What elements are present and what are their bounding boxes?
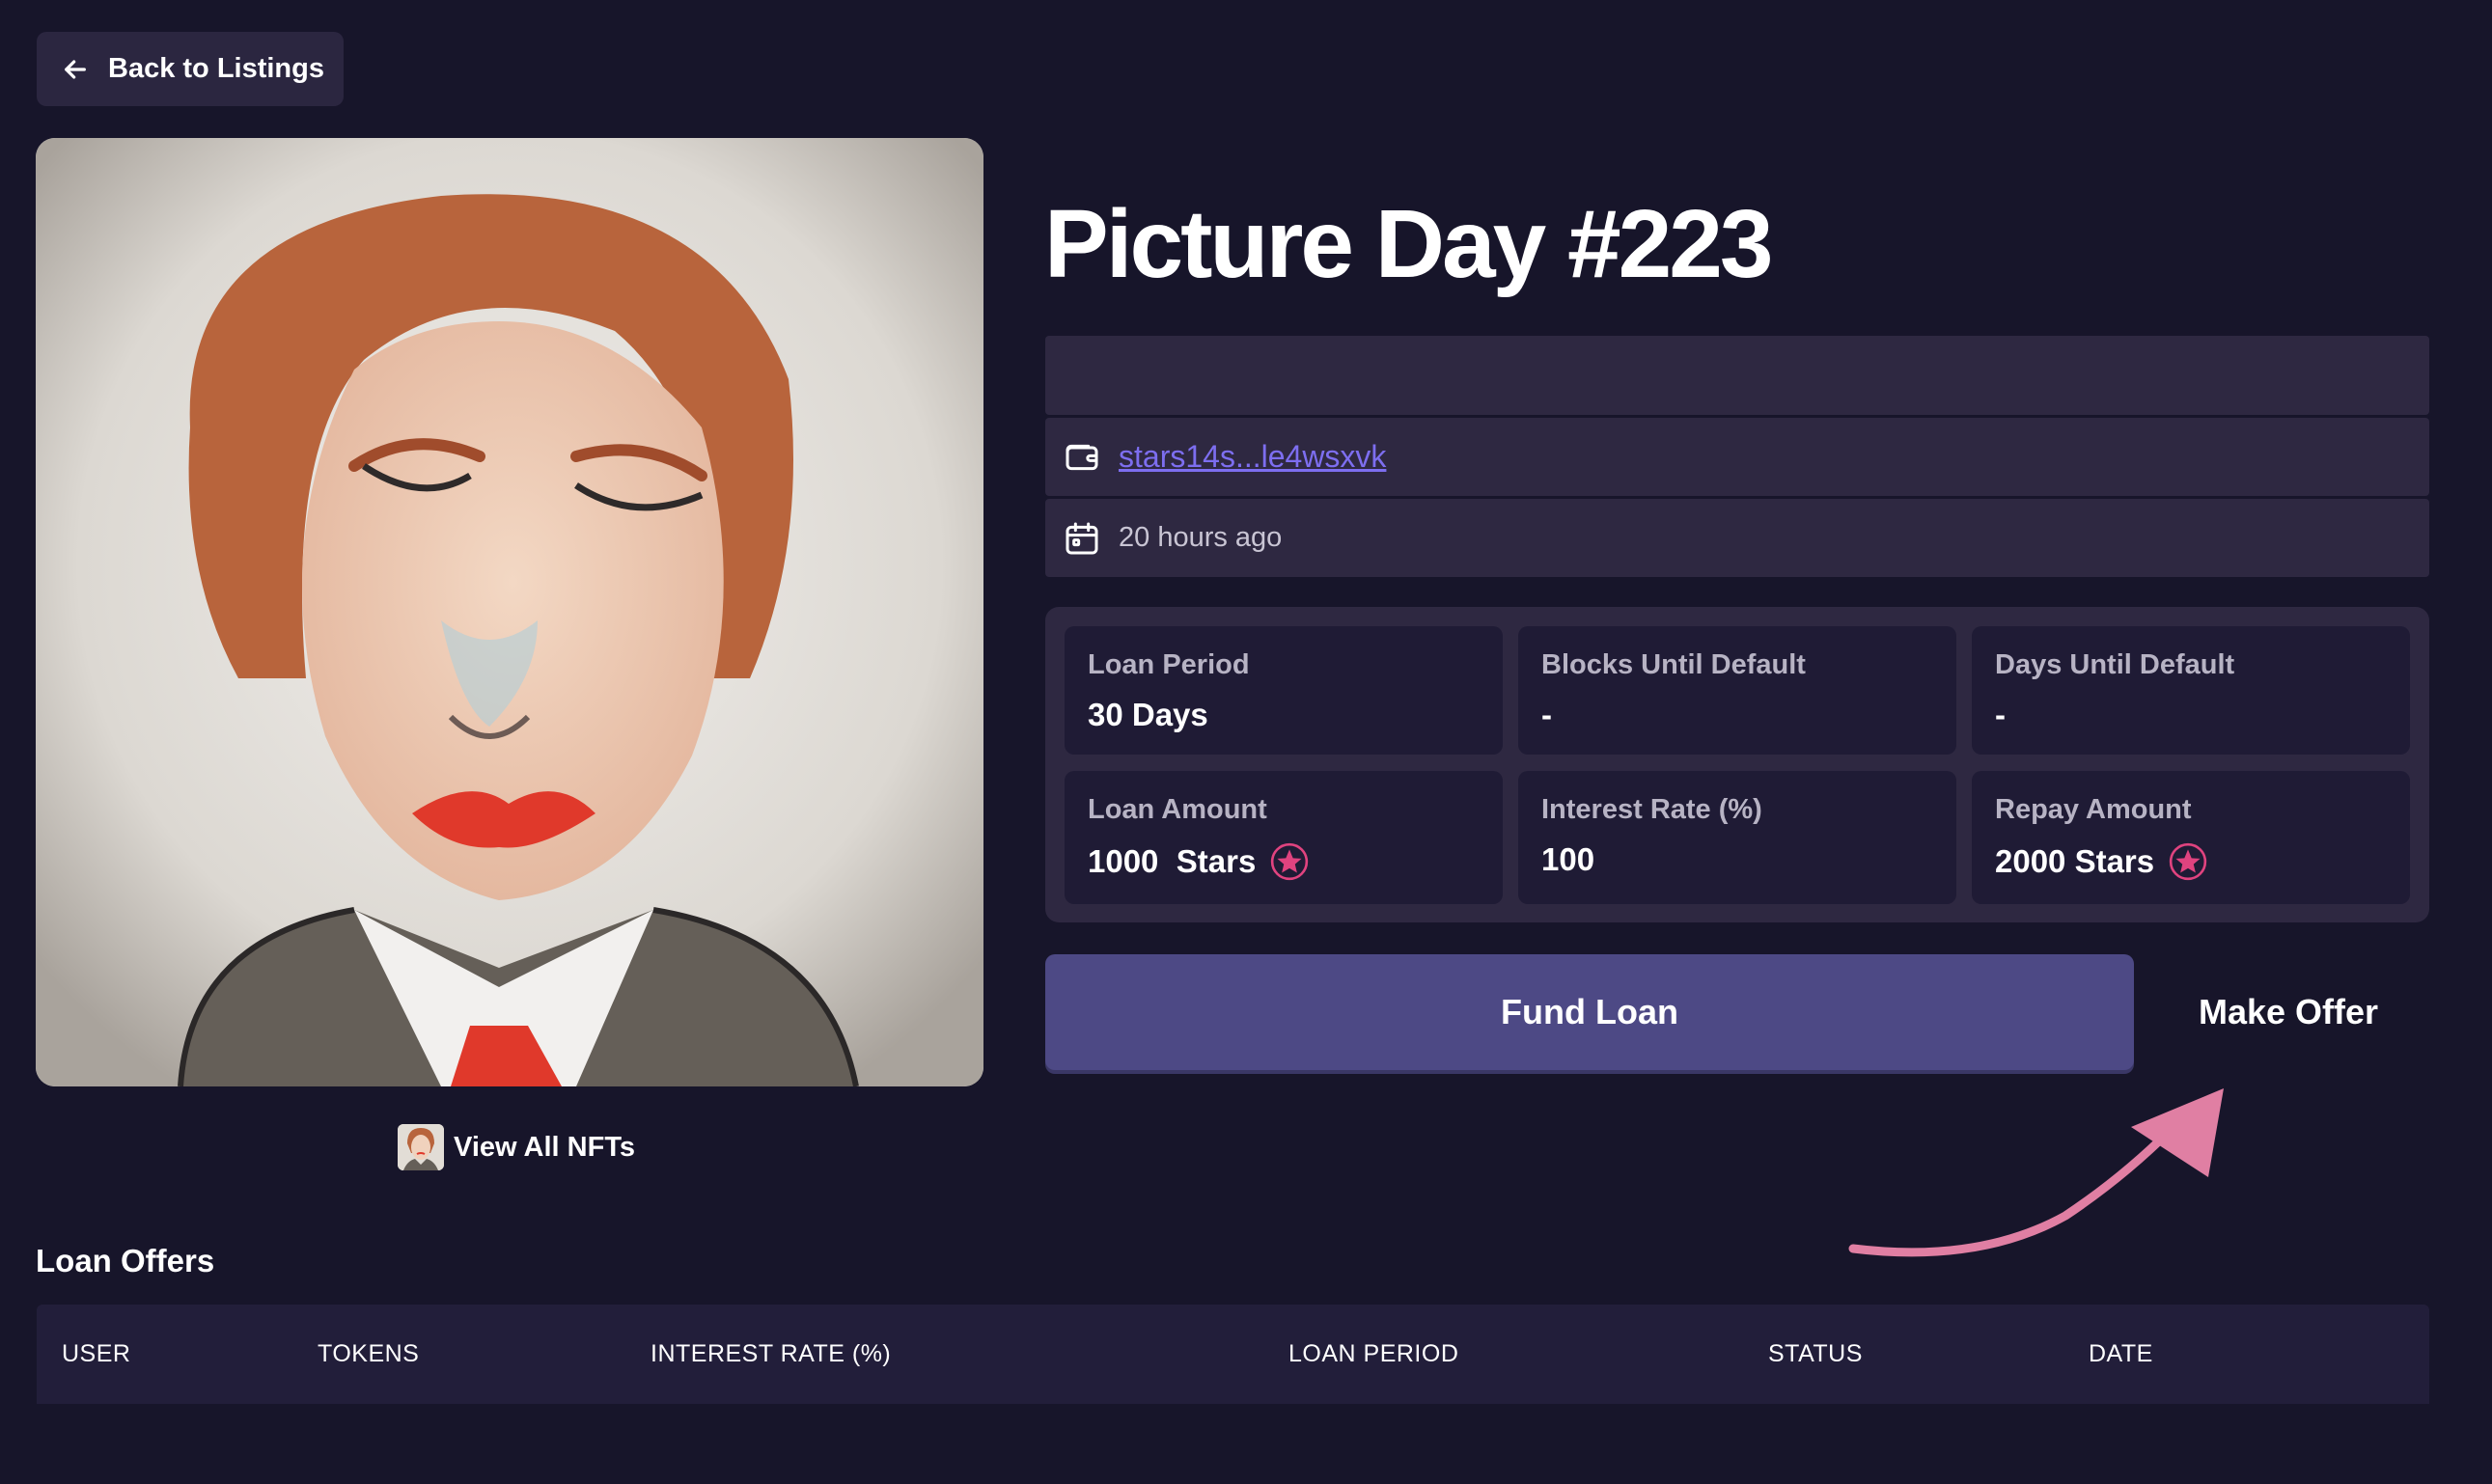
info-row-empty	[1045, 336, 2429, 415]
nft-info-panel: stars14s...le4wsxvk 20 hours ago	[1045, 336, 2429, 580]
info-row-owner: stars14s...le4wsxvk	[1045, 418, 2429, 496]
stat-interest-rate: Interest Rate (%) 100	[1518, 771, 1956, 904]
stat-loan-amount: Loan Amount 1000 Stars	[1065, 771, 1503, 904]
fund-loan-button[interactable]: Fund Loan	[1045, 954, 2134, 1070]
stat-repay-amount: Repay Amount 2000 Stars	[1972, 771, 2410, 904]
back-to-listings-button[interactable]: Back to Listings	[37, 32, 344, 106]
column-header-loan-period: LOAN PERIOD	[1288, 1340, 1459, 1367]
stat-value: 30 Days	[1088, 697, 1208, 732]
make-offer-button[interactable]: Make Offer	[2168, 954, 2409, 1070]
arrow-left-icon	[65, 59, 86, 79]
loan-offers-table-header: USER TOKENS INTEREST RATE (%) LOAN PERIO…	[37, 1305, 2429, 1404]
column-header-tokens: TOKENS	[318, 1340, 420, 1367]
view-all-nfts-label: View All NFTs	[454, 1131, 636, 1163]
stat-value: 100	[1541, 841, 1595, 877]
column-header-interest-rate: INTEREST RATE (%)	[651, 1340, 892, 1367]
stars-token-icon	[1271, 842, 1309, 881]
nft-title: Picture Day #223	[1044, 190, 1773, 298]
loan-offers-heading: Loan Offers	[36, 1243, 215, 1278]
stat-label: Interest Rate (%)	[1541, 794, 1762, 825]
stars-token-icon	[2169, 842, 2207, 881]
stat-label: Loan Amount	[1088, 794, 1267, 825]
info-row-time: 20 hours ago	[1045, 499, 2429, 577]
stat-loan-period: Loan Period 30 Days	[1065, 626, 1503, 755]
wallet-icon	[1066, 444, 1098, 470]
stat-days-until-default: Days Until Default -	[1972, 626, 2410, 755]
stat-label: Days Until Default	[1995, 649, 2235, 680]
stat-label: Repay Amount	[1995, 794, 2192, 825]
listed-time: 20 hours ago	[1119, 522, 1283, 553]
stat-value: 2000 Stars	[1995, 841, 2410, 882]
stat-blocks-until-default: Blocks Until Default -	[1518, 626, 1956, 755]
stat-value: -	[1541, 697, 1552, 732]
column-header-date: DATE	[2089, 1340, 2153, 1367]
stat-value: 1000 Stars	[1088, 841, 1503, 882]
annotation-arrow-icon	[1848, 1088, 2224, 1257]
stat-label: Blocks Until Default	[1541, 649, 1806, 680]
back-to-listings-label: Back to Listings	[108, 53, 324, 84]
owner-address-link[interactable]: stars14s...le4wsxvk	[1119, 439, 1386, 475]
stat-label: Loan Period	[1088, 649, 1250, 680]
calendar-icon	[1066, 522, 1098, 554]
nft-image	[36, 138, 983, 1086]
column-header-status: STATUS	[1768, 1340, 1863, 1367]
column-header-user: USER	[62, 1340, 131, 1367]
view-all-nfts-link[interactable]: View All NFTs	[398, 1123, 635, 1171]
collection-avatar	[398, 1124, 444, 1170]
loan-stats-panel: Loan Period 30 Days Blocks Until Default…	[1045, 607, 2429, 922]
stat-value: -	[1995, 697, 2006, 732]
